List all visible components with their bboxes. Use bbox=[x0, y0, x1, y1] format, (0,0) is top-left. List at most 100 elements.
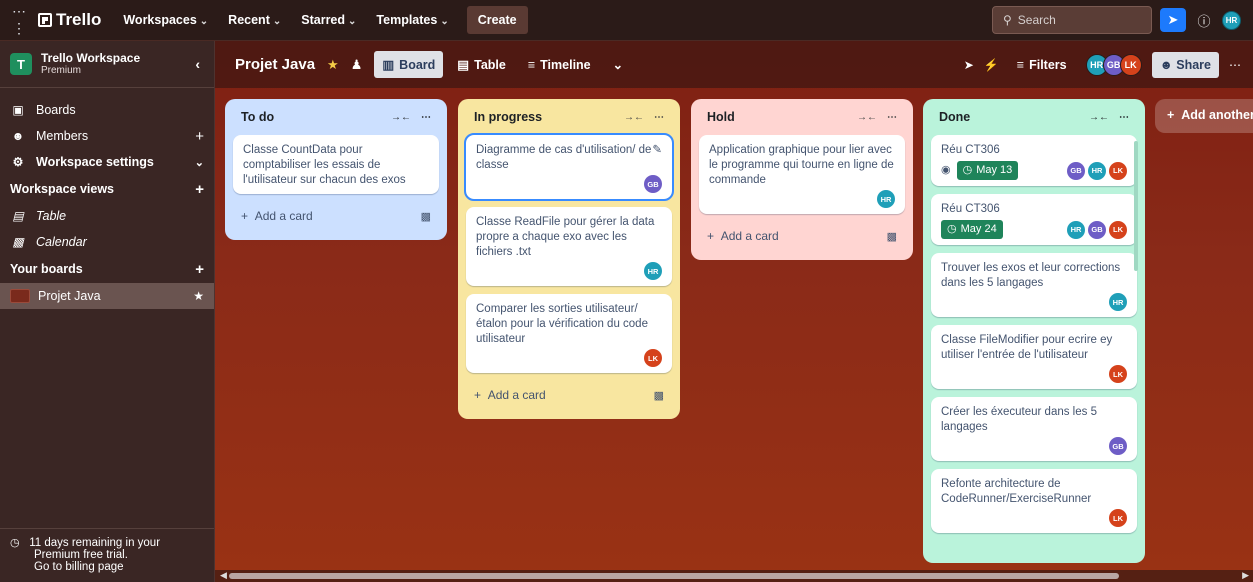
collapse-list-icon[interactable]: →← bbox=[1089, 112, 1109, 123]
card[interactable]: Réu CT306 ◷ May 24 HR GB LK bbox=[931, 194, 1137, 245]
avatar[interactable]: LK bbox=[1109, 161, 1127, 180]
card[interactable]: Application graphique pour lier avec le … bbox=[699, 135, 905, 214]
due-date-badge[interactable]: ◷ May 13 bbox=[956, 161, 1019, 180]
add-card-button[interactable]: + Add a card ▩ bbox=[233, 202, 439, 230]
card[interactable]: Réu CT306 ◉ ◷ May 13 GB HR LK bbox=[931, 135, 1137, 186]
star-icon[interactable]: ★ bbox=[327, 57, 339, 73]
card[interactable]: Comparer les sorties utilisateur/ étalon… bbox=[466, 294, 672, 373]
list-title[interactable]: In progress bbox=[474, 110, 542, 124]
avatar[interactable]: LK bbox=[1119, 53, 1142, 76]
notifications-bolt-icon[interactable]: ➤ bbox=[1160, 8, 1186, 32]
collapse-sidebar-icon[interactable]: ‹ bbox=[191, 54, 204, 74]
avatar[interactable]: HR bbox=[644, 262, 662, 280]
create-button[interactable]: Create bbox=[466, 6, 528, 34]
app-switcher-icon[interactable]: ⋯⋮ bbox=[8, 3, 30, 37]
list-header[interactable]: In progress →← ⋯ bbox=[466, 99, 672, 135]
sidebar-item-table[interactable]: ▤ Table bbox=[0, 203, 214, 229]
help-icon[interactable]: ⓘ bbox=[1191, 8, 1217, 32]
view-label: Timeline bbox=[540, 57, 591, 72]
avatar[interactable]: LK bbox=[644, 349, 662, 367]
card[interactable]: Diagramme de cas d'utilisation/ de class… bbox=[464, 133, 674, 201]
card[interactable]: Classe ReadFile pour gérer la data propr… bbox=[466, 207, 672, 286]
more-options-icon[interactable]: ⋯ bbox=[1229, 58, 1241, 72]
add-card-button[interactable]: + Add a card ▩ bbox=[699, 222, 905, 250]
filters-button[interactable]: ≡ Filters bbox=[1009, 52, 1075, 78]
sidebar-item-members[interactable]: ☻ Members + bbox=[0, 123, 214, 149]
sidebar-board-projet-java[interactable]: Projet Java ★ bbox=[0, 283, 214, 309]
board-members[interactable]: HR GB LK bbox=[1085, 53, 1142, 76]
card[interactable]: Classe FileModifier pour ecrire ey utili… bbox=[931, 325, 1137, 389]
avatar[interactable]: HR bbox=[1109, 293, 1127, 311]
list-header[interactable]: To do →← ⋯ bbox=[233, 99, 439, 135]
watch-eye-icon: ◉ bbox=[941, 164, 951, 176]
card-title: Réu CT306 bbox=[941, 144, 1000, 156]
add-card-button[interactable]: + Add a card ▩ bbox=[466, 381, 672, 409]
list-title[interactable]: Hold bbox=[707, 110, 735, 124]
list-menu-icon[interactable]: ⋯ bbox=[654, 112, 664, 123]
automation-icon[interactable]: ⚡ bbox=[984, 58, 999, 72]
card[interactable]: Créer les éxecuteur dans les 5 langages G… bbox=[931, 397, 1137, 461]
due-date-badge[interactable]: ◷ May 24 bbox=[941, 220, 1003, 239]
card[interactable]: Classe CountData pour comptabiliser les … bbox=[233, 135, 439, 194]
list-header[interactable]: Done →← ⋯ bbox=[931, 99, 1137, 135]
board-horizontal-scrollbar[interactable]: ◀ ▶ bbox=[215, 570, 1253, 582]
list-header[interactable]: Hold →← ⋯ bbox=[699, 99, 905, 135]
view-board-button[interactable]: ▥ Board bbox=[374, 51, 444, 78]
share-button[interactable]: ☻ Share bbox=[1151, 51, 1219, 78]
avatar[interactable]: LK bbox=[1109, 365, 1127, 383]
sidebar-item-calendar[interactable]: ▩ Calendar bbox=[0, 229, 214, 255]
nav-workspaces-menu[interactable]: Workspaces ⌄ bbox=[115, 7, 216, 33]
scrollbar-thumb[interactable] bbox=[229, 573, 1119, 579]
list-menu-icon[interactable]: ⋯ bbox=[887, 112, 897, 123]
collapse-list-icon[interactable]: →← bbox=[624, 112, 644, 123]
list-menu-icon[interactable]: ⋯ bbox=[1119, 112, 1129, 123]
nav-starred-menu[interactable]: Starred ⌄ bbox=[293, 7, 364, 33]
sidebar-item-workspace-settings[interactable]: ⚙ Workspace settings ⌄ bbox=[0, 149, 214, 175]
scroll-right-icon[interactable]: ▶ bbox=[1242, 570, 1249, 581]
add-view-icon[interactable]: + bbox=[195, 181, 204, 198]
billing-link[interactable]: Go to billing page bbox=[10, 561, 204, 573]
collapse-list-icon[interactable]: →← bbox=[857, 112, 877, 123]
view-table-button[interactable]: ▤ Table bbox=[449, 51, 514, 78]
avatar[interactable]: GB bbox=[644, 175, 662, 193]
avatar[interactable]: HR bbox=[1067, 220, 1085, 239]
add-list-button[interactable]: + Add another list bbox=[1155, 99, 1253, 133]
avatar[interactable]: GB bbox=[1067, 161, 1085, 180]
list-title[interactable]: To do bbox=[241, 110, 274, 124]
list-scrollbar[interactable] bbox=[1134, 141, 1138, 271]
edit-pencil-icon[interactable]: ✎ bbox=[652, 143, 662, 173]
avatar[interactable]: LK bbox=[1109, 509, 1127, 527]
avatar[interactable]: GB bbox=[1088, 220, 1106, 239]
card-template-icon[interactable]: ▩ bbox=[654, 389, 664, 402]
view-timeline-button[interactable]: ≡ Timeline bbox=[520, 52, 599, 78]
card-template-icon[interactable]: ▩ bbox=[887, 230, 897, 243]
nav-templates-menu[interactable]: Templates ⌄ bbox=[368, 7, 456, 33]
search-input[interactable]: ⚲ Search bbox=[992, 6, 1152, 34]
nav-recent-menu[interactable]: Recent ⌄ bbox=[220, 7, 289, 33]
card-template-icon[interactable]: ▩ bbox=[421, 210, 431, 223]
sidebar-item-boards[interactable]: ▣ Boards bbox=[0, 97, 214, 123]
trello-logo[interactable]: Trello bbox=[38, 10, 101, 30]
power-ups-icon[interactable]: ➤ bbox=[964, 58, 974, 72]
list-title[interactable]: Done bbox=[939, 110, 970, 124]
card[interactable]: Trouver les exos et leur corrections dan… bbox=[931, 253, 1137, 317]
add-board-icon[interactable]: + bbox=[195, 261, 204, 278]
board-title[interactable]: Projet Java bbox=[235, 56, 315, 73]
add-card-label: Add a card bbox=[254, 209, 313, 223]
scroll-left-icon[interactable]: ◀ bbox=[220, 570, 227, 581]
star-icon[interactable]: ★ bbox=[193, 289, 204, 303]
card[interactable]: Refonte architecture de CodeRunner/Exerc… bbox=[931, 469, 1137, 533]
collapse-list-icon[interactable]: →← bbox=[391, 112, 411, 123]
avatar[interactable]: GB bbox=[1109, 437, 1127, 455]
avatar[interactable]: LK bbox=[1109, 220, 1127, 239]
visibility-icon[interactable]: ♟ bbox=[351, 57, 363, 73]
list-menu-icon[interactable]: ⋯ bbox=[421, 112, 431, 123]
chevron-down-icon[interactable]: ⌄ bbox=[195, 156, 204, 169]
workspace-name[interactable]: Trello Workspace bbox=[41, 52, 140, 65]
card-title: Application graphique pour lier avec le … bbox=[709, 144, 894, 186]
user-avatar[interactable]: HR bbox=[1222, 11, 1241, 30]
more-views-chevron-icon[interactable]: ⌄ bbox=[605, 51, 631, 78]
add-member-icon[interactable]: + bbox=[195, 128, 204, 145]
avatar[interactable]: HR bbox=[877, 190, 895, 208]
avatar[interactable]: HR bbox=[1088, 161, 1106, 180]
